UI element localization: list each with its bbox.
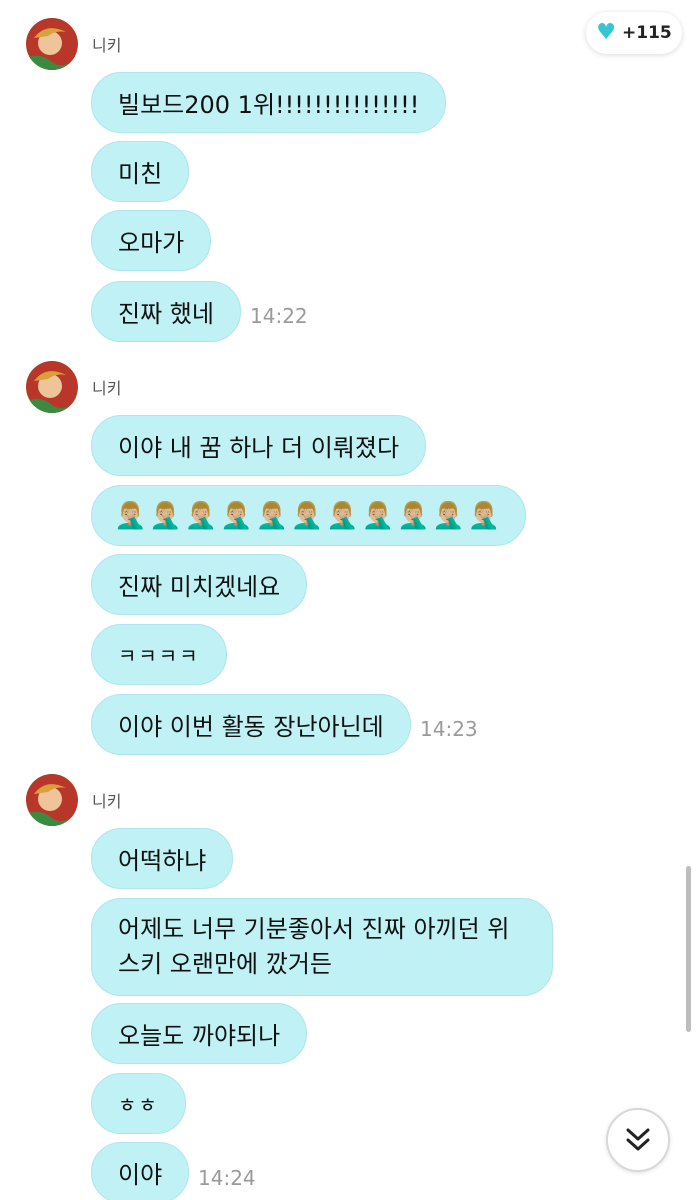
double-chevron-down-icon (626, 1128, 650, 1151)
message-bubble[interactable]: 이야 내 꿈 하나 더 이뤄졌다 (91, 415, 427, 476)
message-timestamp: 14:24 (198, 1166, 256, 1190)
message-bubble[interactable]: 🤦🏼‍♂️🤦🏼‍♂️🤦🏼‍♂️🤦🏼‍♂️🤦🏼‍♂️🤦🏼‍♂️🤦🏼‍♂️🤦🏼‍♂️… (91, 485, 527, 546)
scrollbar[interactable] (686, 866, 691, 1032)
like-count: +115 (622, 23, 672, 43)
message-bubble[interactable]: ㅎㅎ (91, 1073, 186, 1134)
avatar[interactable] (26, 361, 78, 413)
message-bubble[interactable]: 오마가 (91, 210, 212, 271)
like-badge[interactable]: ♥ +115 (586, 12, 682, 54)
message-bubble[interactable]: ㅋㅋㅋㅋ (91, 624, 227, 685)
avatar[interactable] (26, 774, 78, 826)
heart-icon: ♥ (596, 20, 616, 45)
message-timestamp: 14:22 (250, 304, 308, 328)
message-bubble[interactable]: 빌보드200 1위!!!!!!!!!!!!!!! (91, 72, 447, 133)
message-bubble[interactable]: 어떡하냐 (91, 828, 234, 889)
message-timestamp: 14:23 (420, 717, 478, 741)
message-bubble[interactable]: 이야 이번 활동 장난아닌데 (91, 694, 411, 755)
message-bubble[interactable]: 진짜 했네 (91, 281, 241, 342)
sender-name: 니키 (92, 36, 122, 55)
message-bubble[interactable]: 오늘도 까야되나 (91, 1003, 308, 1064)
scroll-to-bottom-button[interactable] (606, 1108, 670, 1172)
message-bubble[interactable]: 진짜 미치겠네요 (91, 554, 308, 615)
sender-name: 니키 (92, 379, 122, 398)
message-bubble[interactable]: 이야 (91, 1142, 190, 1200)
message-bubble[interactable]: 어제도 너무 기분좋아서 진짜 아끼던 위스키 오랜만에 깠거든 (91, 898, 553, 996)
sender-name: 니키 (92, 792, 122, 811)
avatar[interactable] (26, 18, 78, 70)
message-bubble[interactable]: 미친 (91, 141, 190, 202)
